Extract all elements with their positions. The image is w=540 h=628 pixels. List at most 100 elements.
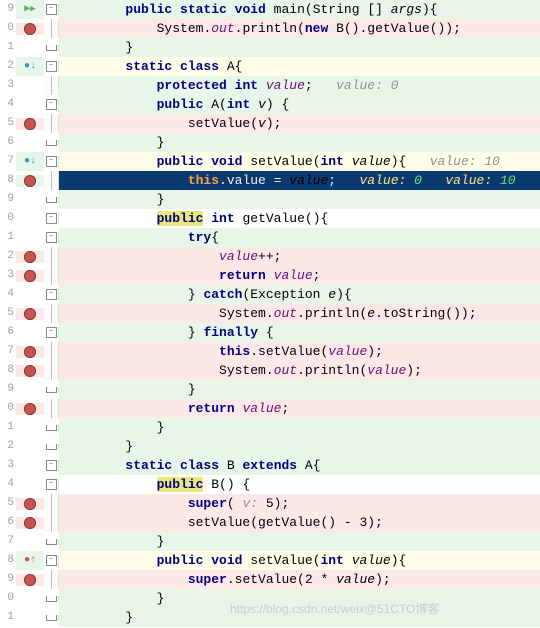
code-text[interactable]: protected int value; value: 0 — [59, 76, 540, 95]
code-line[interactable]: 3 protected int value; value: 0 — [0, 76, 540, 95]
breakpoint-icon[interactable] — [24, 365, 36, 377]
gutter-marker[interactable] — [16, 346, 44, 358]
code-text[interactable]: } — [59, 589, 540, 608]
fold-gutter[interactable] — [44, 513, 59, 532]
fold-gutter[interactable] — [44, 304, 59, 323]
code-line[interactable]: 0− public int getValue(){ — [0, 209, 540, 228]
code-text[interactable]: } catch(Exception e){ — [59, 285, 540, 304]
code-line[interactable]: 4− public B() { — [0, 475, 540, 494]
gutter-marker[interactable] — [16, 175, 44, 187]
code-line[interactable]: 8 System.out.println(value); — [0, 361, 540, 380]
code-line[interactable]: 2 value++; — [0, 247, 540, 266]
code-line[interactable]: 1 } — [0, 608, 540, 627]
code-text[interactable]: } — [59, 38, 540, 57]
code-text[interactable]: } — [59, 532, 540, 551]
fold-gutter[interactable]: − — [44, 4, 59, 15]
fold-gutter[interactable] — [44, 342, 59, 361]
fold-gutter[interactable] — [44, 539, 59, 545]
fold-gutter[interactable] — [44, 76, 59, 95]
code-line[interactable]: 0 System.out.println(new B().getValue())… — [0, 19, 540, 38]
fold-gutter[interactable] — [44, 19, 59, 38]
override-down-icon[interactable]: ●↓ — [24, 152, 36, 171]
fold-gutter[interactable]: − — [44, 213, 59, 224]
code-text[interactable]: this.value = value; value: 0 value: 10 — [59, 171, 540, 190]
fold-gutter[interactable]: − — [44, 99, 59, 110]
fold-gutter[interactable] — [44, 171, 59, 190]
breakpoint-icon[interactable] — [24, 23, 36, 35]
fold-gutter[interactable]: − — [44, 232, 59, 243]
fold-toggle-icon[interactable]: − — [46, 327, 57, 338]
code-line[interactable]: 1 } — [0, 38, 540, 57]
fold-gutter[interactable] — [44, 494, 59, 513]
fold-toggle-icon[interactable]: − — [46, 4, 57, 15]
fold-gutter[interactable]: − — [44, 479, 59, 490]
code-line[interactable]: 5 super( v: 5); — [0, 494, 540, 513]
gutter-marker[interactable] — [16, 517, 44, 529]
code-text[interactable]: } finally { — [59, 323, 540, 342]
code-text[interactable]: return value; — [59, 266, 540, 285]
code-line[interactable]: 6 setValue(getValue() - 3); — [0, 513, 540, 532]
code-line[interactable]: 7 this.setValue(value); — [0, 342, 540, 361]
fold-gutter[interactable] — [44, 197, 59, 203]
code-line[interactable]: 7●↓− public void setValue(int value){ va… — [0, 152, 540, 171]
code-text[interactable]: this.setValue(value); — [59, 342, 540, 361]
code-text[interactable]: } — [59, 437, 540, 456]
gutter-marker[interactable] — [16, 574, 44, 586]
code-text[interactable]: } — [59, 418, 540, 437]
fold-gutter[interactable]: − — [44, 555, 59, 566]
gutter-marker[interactable] — [16, 23, 44, 35]
fold-gutter[interactable] — [44, 266, 59, 285]
code-text[interactable]: return value; — [59, 399, 540, 418]
fold-gutter[interactable] — [44, 596, 59, 602]
fold-gutter[interactable] — [44, 444, 59, 450]
code-text[interactable]: public A(int v) { — [59, 95, 540, 114]
fold-gutter[interactable]: − — [44, 156, 59, 167]
fold-gutter[interactable]: − — [44, 61, 59, 72]
code-line[interactable]: 3− static class B extends A{ — [0, 456, 540, 475]
gutter-marker[interactable]: ●↑ — [16, 551, 44, 570]
fold-toggle-icon[interactable]: − — [46, 232, 57, 243]
code-editor[interactable]: 9▶▶− public static void main(String [] a… — [0, 0, 540, 627]
breakpoint-icon[interactable] — [24, 308, 36, 320]
code-line[interactable]: 5 System.out.println(e.toString()); — [0, 304, 540, 323]
code-text[interactable]: value++; — [59, 247, 540, 266]
code-line[interactable]: 3 return value; — [0, 266, 540, 285]
gutter-marker[interactable]: ●↓ — [16, 152, 44, 171]
code-text[interactable]: setValue(v); — [59, 114, 540, 133]
code-text[interactable]: public static void main(String [] args){ — [59, 0, 540, 19]
breakpoint-icon[interactable] — [24, 517, 36, 529]
breakpoint-icon[interactable] — [24, 175, 36, 187]
code-text[interactable]: System.out.println(new B().getValue()); — [59, 19, 540, 38]
fold-gutter[interactable] — [44, 140, 59, 146]
gutter-marker[interactable] — [16, 270, 44, 282]
breakpoint-icon[interactable] — [24, 403, 36, 415]
code-line[interactable]: 9▶▶− public static void main(String [] a… — [0, 0, 540, 19]
breakpoint-icon[interactable] — [24, 270, 36, 282]
code-text[interactable]: } — [59, 608, 540, 627]
fold-toggle-icon[interactable]: − — [46, 61, 57, 72]
code-text[interactable]: public int getValue(){ — [59, 209, 540, 228]
code-text[interactable]: static class A{ — [59, 57, 540, 76]
code-text[interactable]: super( v: 5); — [59, 494, 540, 513]
fold-toggle-icon[interactable]: − — [46, 213, 57, 224]
code-line[interactable]: 5 setValue(v); — [0, 114, 540, 133]
code-text[interactable]: System.out.println(value); — [59, 361, 540, 380]
code-line[interactable]: 9 super.setValue(2 * value); — [0, 570, 540, 589]
fold-gutter[interactable] — [44, 361, 59, 380]
code-line[interactable]: 2●↓− static class A{ — [0, 57, 540, 76]
gutter-marker[interactable] — [16, 308, 44, 320]
fold-toggle-icon[interactable]: − — [46, 460, 57, 471]
code-text[interactable]: } — [59, 380, 540, 399]
code-line[interactable]: 7 } — [0, 532, 540, 551]
fold-gutter[interactable] — [44, 615, 59, 621]
code-line[interactable]: 4− public A(int v) { — [0, 95, 540, 114]
gutter-marker[interactable]: ▶▶ — [16, 0, 44, 19]
fold-toggle-icon[interactable]: − — [46, 289, 57, 300]
code-line[interactable]: 0 } — [0, 589, 540, 608]
code-text[interactable]: System.out.println(e.toString()); — [59, 304, 540, 323]
fold-gutter[interactable] — [44, 570, 59, 589]
fold-toggle-icon[interactable]: − — [46, 479, 57, 490]
fold-gutter[interactable]: − — [44, 327, 59, 338]
gutter-marker[interactable] — [16, 251, 44, 263]
code-line[interactable]: 6 } — [0, 133, 540, 152]
